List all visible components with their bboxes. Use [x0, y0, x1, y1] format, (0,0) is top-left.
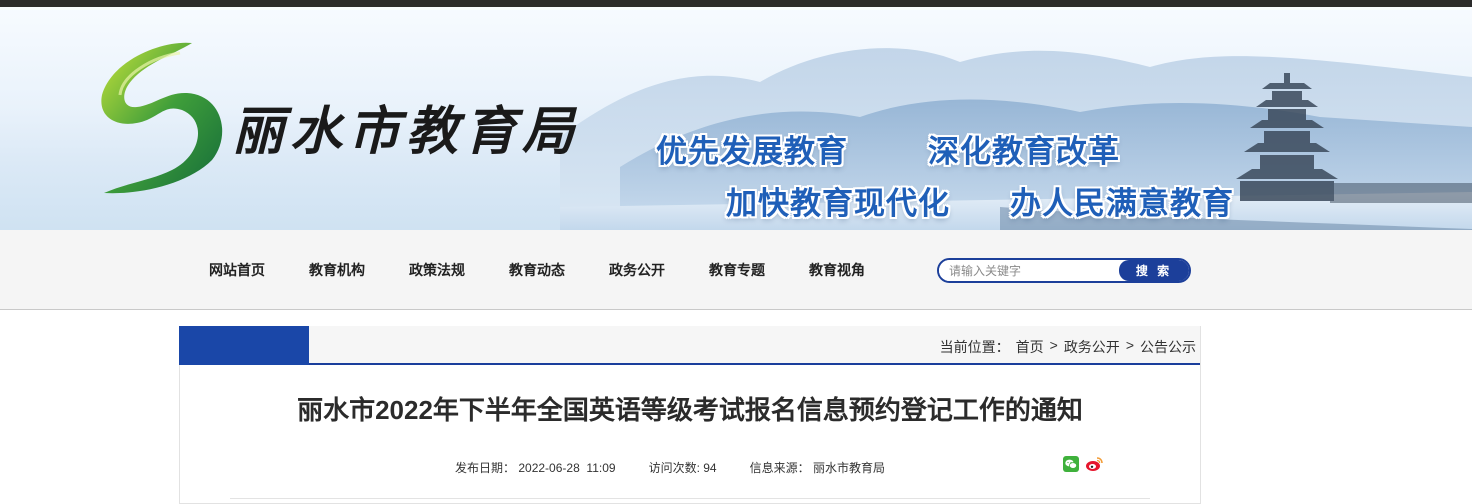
site-banner: 丽水市教育局 优先发展教育 深化教育改革 加快教育现代化 办人民满意教育	[0, 7, 1472, 230]
nav-item-gov-affairs[interactable]: 政务公开	[609, 260, 709, 280]
site-name: 丽水市教育局	[232, 101, 581, 162]
article-title: 丽水市2022年下半年全国英语等级考试报名信息预约登记工作的通知	[297, 395, 1083, 425]
breadcrumb-gov-affairs[interactable]: 政务公开	[1064, 337, 1120, 357]
weibo-icon[interactable]	[1085, 456, 1103, 472]
wechat-icon[interactable]	[1063, 456, 1079, 472]
publish-date: 2022-06-28 11:09	[518, 461, 616, 475]
publish-date-label: 发布日期：	[455, 461, 516, 475]
slogan-3: 加快教育现代化	[726, 186, 950, 222]
slogan-1: 优先发展教育	[656, 134, 848, 170]
meta-divider	[230, 498, 1150, 499]
section-tab	[179, 326, 309, 365]
source-value: 丽水市教育局	[812, 461, 885, 475]
breadcrumb-separator: >	[1125, 337, 1134, 353]
search-box: 搜 索	[937, 258, 1191, 283]
article-meta: 发布日期： 2022-06-28 11:09 访问次数: 94 信息来源： 丽水…	[455, 459, 918, 476]
main-nav: 网站首页 教育机构 政策法规 教育动态 政务公开 教育专题 教育视角 搜 索	[0, 230, 1472, 310]
nav-item-perspectives[interactable]: 教育视角	[809, 260, 909, 280]
slogan-4: 办人民满意教育	[1010, 186, 1234, 222]
nav-item-policies[interactable]: 政策法规	[409, 260, 509, 280]
breadcrumb-separator: >	[1049, 337, 1058, 353]
breadcrumb-bar: 当前位置： 首页 > 政务公开 > 公告公示	[179, 326, 1200, 365]
nav-item-home[interactable]: 网站首页	[209, 260, 309, 280]
share-buttons	[1063, 456, 1103, 472]
source-label: 信息来源：	[749, 461, 810, 475]
nav-item-institutions[interactable]: 教育机构	[309, 260, 409, 280]
breadcrumb-home[interactable]: 首页	[1016, 337, 1044, 357]
search-input[interactable]	[939, 260, 1119, 281]
breadcrumb: 当前位置： 首页 > 政务公开 > 公告公示	[940, 337, 1196, 357]
search-button[interactable]: 搜 索	[1119, 260, 1189, 281]
nav-item-topics[interactable]: 教育专题	[709, 260, 809, 280]
nav-item-news[interactable]: 教育动态	[509, 260, 609, 280]
breadcrumb-prefix: 当前位置：	[939, 339, 1010, 355]
breadcrumb-announcements[interactable]: 公告公示	[1140, 337, 1196, 357]
bureau-logo-icon	[101, 42, 223, 194]
article-panel: 当前位置： 首页 > 政务公开 > 公告公示 丽水市2022年下半年全国英语等级…	[179, 326, 1201, 504]
visits-label: 访问次数:	[648, 461, 700, 475]
slogan-2: 深化教育改革	[928, 134, 1120, 170]
visit-count: 94	[703, 461, 717, 475]
top-bar	[0, 0, 1472, 7]
